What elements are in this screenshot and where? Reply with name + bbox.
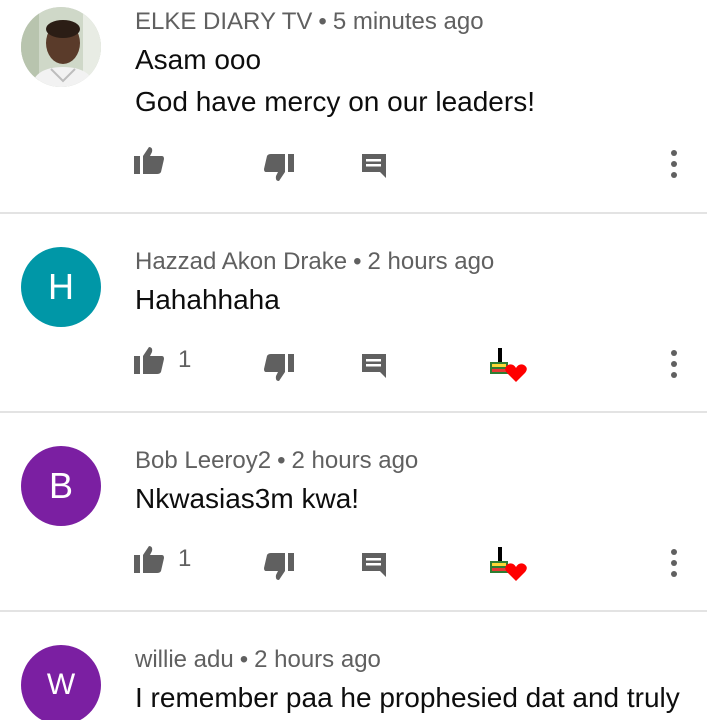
avatar[interactable]: W <box>21 645 101 720</box>
comment-meta: Hazzad Akon Drake • 2 hours ago <box>135 248 494 276</box>
like-button[interactable]: 1 <box>134 545 191 573</box>
comment-time[interactable]: 2 hours ago <box>368 248 495 275</box>
reply-button[interactable] <box>360 152 388 180</box>
avatar[interactable]: H <box>21 247 101 327</box>
author-name[interactable]: Bob Leeroy2 <box>135 447 271 474</box>
comment-actions: 1 <box>0 543 707 583</box>
thumb-down-icon <box>264 154 294 181</box>
reply-button[interactable] <box>360 551 388 579</box>
user-photo-avatar <box>21 7 101 87</box>
reply-icon <box>362 154 386 178</box>
thumb-up-icon <box>134 347 164 374</box>
meta-separator: • <box>318 8 327 35</box>
comment-text-line: God have mercy on our leaders! <box>135 86 535 117</box>
creator-heart-icon <box>490 547 527 581</box>
reply-icon <box>362 553 386 577</box>
reply-button[interactable] <box>360 352 388 380</box>
comment-text-line: Hahahhaha <box>135 284 280 315</box>
author-name[interactable]: willie adu <box>135 646 234 673</box>
dislike-button[interactable] <box>264 354 294 382</box>
meta-separator: • <box>277 447 286 474</box>
divider <box>0 411 707 413</box>
like-count: 1 <box>178 346 192 373</box>
thumb-down-icon <box>264 553 294 580</box>
creator-heart-icon <box>490 348 527 382</box>
creator-heart-badge <box>488 346 528 389</box>
author-name[interactable]: Hazzad Akon Drake <box>135 248 347 275</box>
comments-list: ELKE DIARY TV • 5 minutes ago Asam ooo God… <box>0 0 707 720</box>
divider <box>0 610 707 612</box>
comment-time[interactable]: 5 minutes ago <box>333 8 484 35</box>
comment-meta: ELKE DIARY TV • 5 minutes ago <box>135 8 484 36</box>
thumb-up-icon <box>134 147 164 174</box>
avatar[interactable]: B <box>21 446 101 526</box>
thumb-down-icon <box>264 354 294 381</box>
avatar[interactable] <box>21 7 101 87</box>
comment-meta: Bob Leeroy2 • 2 hours ago <box>135 447 418 475</box>
meta-separator: • <box>353 248 362 275</box>
reply-icon <box>362 354 386 378</box>
meta-separator: • <box>239 646 249 673</box>
comment-time[interactable]: 2 hours ago <box>292 447 419 474</box>
comment-text-line: Asam ooo <box>135 44 262 75</box>
more-vert-icon <box>671 350 677 378</box>
more-options-button[interactable] <box>668 548 680 578</box>
thumb-up-icon <box>134 546 164 573</box>
comment-actions <box>0 144 707 184</box>
like-button[interactable] <box>134 146 164 174</box>
comment-text-line: Nkwasias3m kwa! <box>135 483 360 514</box>
comment-actions: 1 <box>0 344 707 384</box>
more-options-button[interactable] <box>668 349 680 379</box>
dislike-button[interactable] <box>264 154 294 182</box>
dislike-button[interactable] <box>264 553 294 581</box>
more-vert-icon <box>671 549 677 577</box>
comment-text-line: I remember paa he prophesied dat and tru… <box>135 682 680 713</box>
divider <box>0 212 707 214</box>
more-options-button[interactable] <box>668 149 680 179</box>
comment-meta: willie adu • 2 hours ago <box>135 646 381 674</box>
comment-time[interactable]: 2 hours ago <box>254 646 381 673</box>
more-vert-icon <box>671 150 677 178</box>
like-count: 1 <box>178 545 192 572</box>
author-name[interactable]: ELKE DIARY TV <box>135 8 312 35</box>
creator-heart-badge <box>488 545 528 588</box>
like-button[interactable]: 1 <box>134 346 191 374</box>
